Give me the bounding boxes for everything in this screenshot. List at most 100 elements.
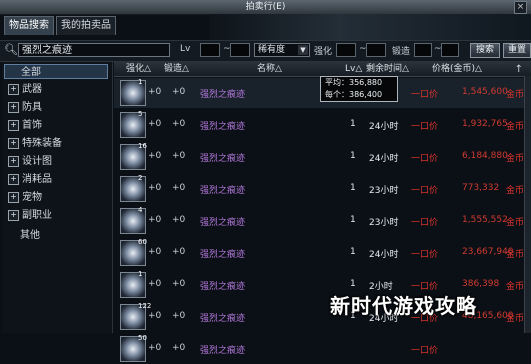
currency-unit: 金币 <box>506 186 525 196</box>
column-name[interactable]: 名称△ <box>257 62 282 76</box>
item-level: 1 <box>138 78 143 86</box>
currency-unit: 金币 <box>506 154 525 164</box>
column-price[interactable]: 价格(金币)△ <box>432 62 482 76</box>
table-row[interactable]: 16 +0 +0 强烈之痕迹 1 24小时 一口价 6,184,880 金币 <box>114 142 524 172</box>
buyout-label: 一口价 <box>411 250 439 260</box>
forge-value: +0 <box>172 151 186 161</box>
table-row[interactable]: 5 +0 +0 强烈之痕迹 1 24小时 一口价 1,932,765 金币 <box>114 110 524 140</box>
item-name: 强烈之痕迹 <box>200 346 246 356</box>
each-value: 386,400 <box>349 90 383 99</box>
remaining-time: 24小时 <box>369 122 399 132</box>
enhance-max-input[interactable] <box>366 43 386 57</box>
sidebar-item-subjob[interactable]: + 副职业 <box>4 208 108 223</box>
currency-unit: 金币 <box>506 90 525 100</box>
item-name: 强烈之痕迹 <box>200 154 246 164</box>
column-forge[interactable]: 锻造△ <box>164 62 189 76</box>
enhance-value: +0 <box>148 247 162 257</box>
item-name: 强烈之痕迹 <box>200 186 246 196</box>
sidebar-item-label: 全部 <box>21 67 41 78</box>
table-row[interactable]: 2 +0 +0 强烈之痕迹 1 23小时 一口价 773,332 金币 <box>114 174 524 204</box>
sidebar-item-label: 其他 <box>20 230 40 241</box>
sidebar-item-accessory[interactable]: + 首饰 <box>4 118 108 133</box>
forge-value: +0 <box>172 119 186 129</box>
pin-icon[interactable]: ↑ <box>515 63 523 77</box>
close-icon[interactable]: × <box>514 1 527 14</box>
price-value: 386,398 <box>462 279 500 289</box>
column-remaining-time[interactable]: 剩余时间△ <box>366 62 409 76</box>
table-row[interactable]: 4 +0 +0 强烈之痕迹 1 23小时 一口价 1,555,552 金币 <box>114 206 524 236</box>
expand-icon[interactable]: + <box>8 209 19 221</box>
remaining-time: 23小时 <box>369 186 399 196</box>
table-row[interactable]: 1 +0 +0 强烈之痕迹 一口价 1,545,600 金币 <box>114 78 524 108</box>
expand-icon[interactable]: + <box>8 101 19 113</box>
forge-value: +0 <box>172 343 186 353</box>
sidebar-item-label: 副职业 <box>22 210 52 221</box>
tab-item-search[interactable]: 物品搜索 <box>4 16 54 35</box>
sidebar-item-blueprint[interactable]: + 设计图 <box>4 154 108 169</box>
enhance-value: +0 <box>148 183 162 193</box>
price-value: 1,932,765 <box>462 119 508 129</box>
item-name: 强烈之痕迹 <box>200 218 246 228</box>
quantity-value: 1 <box>350 215 356 225</box>
search-button[interactable]: 搜索 <box>470 43 500 58</box>
search-icon: 🔍︎ <box>4 43 18 56</box>
currency-unit: 金币 <box>506 314 525 324</box>
table-row[interactable]: 50 +0 +0 强烈之痕迹 一口价 <box>114 334 524 364</box>
sidebar-item-label: 首饰 <box>22 120 42 131</box>
expand-icon[interactable]: + <box>8 191 19 203</box>
price-value: 6,184,880 <box>462 151 508 161</box>
tab-my-auctions[interactable]: 我的拍卖品 <box>56 16 116 35</box>
search-input[interactable]: 强烈之痕迹 <box>18 43 170 57</box>
watermark: 新时代游戏攻略 <box>330 294 477 318</box>
expand-icon[interactable]: + <box>8 155 19 167</box>
column-enhance[interactable]: 强化△ <box>126 62 151 76</box>
remaining-time: 24小时 <box>369 250 399 260</box>
table-header: 强化△ 锻造△ 名称△ Lv△ 剩余时间△ 价格(金币)△ ↑ <box>114 62 531 77</box>
level-max-input[interactable] <box>230 43 250 57</box>
price-value: 1,555,552 <box>462 215 508 225</box>
enhance-min-input[interactable] <box>336 43 356 57</box>
expand-icon[interactable]: + <box>8 173 19 185</box>
quantity-value: 1 <box>350 279 356 289</box>
scrollbar[interactable] <box>524 76 531 333</box>
item-name: 强烈之痕迹 <box>200 314 246 324</box>
sidebar-item-special-equipment[interactable]: + 特殊装备 <box>4 136 108 151</box>
expand-icon[interactable]: + <box>8 119 19 131</box>
sidebar-item-label: 设计图 <box>22 156 52 167</box>
sidebar-item-other[interactable]: 其他 <box>4 228 108 243</box>
forge-value: +0 <box>172 247 186 257</box>
sidebar-item-armor[interactable]: + 防具 <box>4 100 108 115</box>
table-row[interactable]: 60 +0 +0 强烈之痕迹 1 24小时 一口价 23,667,940 金币 <box>114 238 524 268</box>
enhance-value: +0 <box>148 87 162 97</box>
window-title-bar: 拍卖行(E) × <box>0 0 531 15</box>
item-level: 2 <box>138 174 143 182</box>
reset-button[interactable]: 重置 <box>503 43 531 58</box>
each-label: 每个： <box>325 90 349 99</box>
forge-label: 锻造 <box>392 47 411 57</box>
average-label: 平均： <box>325 78 349 87</box>
sidebar-item-weapon[interactable]: + 武器 <box>4 82 108 97</box>
sidebar-item-label: 宠物 <box>22 192 42 203</box>
sidebar-item-label: 消耗品 <box>22 174 52 185</box>
price-tooltip: 平均：356,880 每个：386,400 <box>320 76 398 102</box>
item-level: 16 <box>138 142 147 150</box>
item-name: 强烈之痕迹 <box>200 90 246 100</box>
level-min-input[interactable] <box>200 43 220 57</box>
sidebar-item-all[interactable]: 全部 <box>4 64 108 79</box>
level-label: Lv <box>180 44 191 54</box>
tab-bar: 物品搜索 我的拍卖品 <box>0 16 531 36</box>
forge-value: +0 <box>172 279 186 289</box>
sidebar-item-pet[interactable]: + 宠物 <box>4 190 108 205</box>
enhance-value: +0 <box>148 279 162 289</box>
item-name: 强烈之痕迹 <box>200 122 246 132</box>
rarity-dropdown[interactable]: 稀有度 ▼ <box>254 43 310 57</box>
column-level[interactable]: Lv△ <box>345 62 362 76</box>
forge-min-input[interactable] <box>414 43 432 57</box>
sidebar-item-consumable[interactable]: + 消耗品 <box>4 172 108 187</box>
expand-icon[interactable]: + <box>8 83 19 95</box>
remaining-time: 23小时 <box>369 218 399 228</box>
expand-icon[interactable]: + <box>8 137 19 149</box>
average-value: 356,880 <box>349 78 383 87</box>
currency-unit: 金币 <box>506 218 525 228</box>
forge-max-input[interactable] <box>441 43 459 57</box>
